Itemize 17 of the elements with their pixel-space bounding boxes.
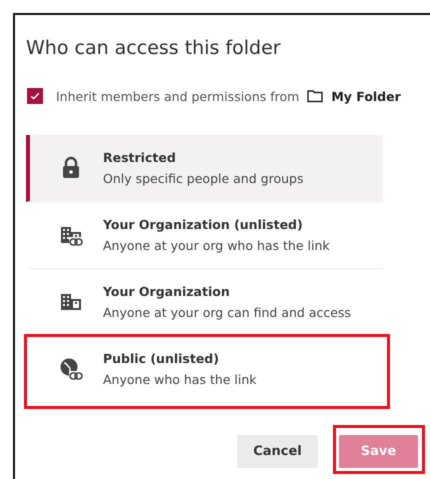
inherit-label: Inherit members and permissions from	[56, 88, 300, 104]
option-description: Anyone at your org who has the link	[103, 238, 330, 253]
cancel-button[interactable]: Cancel	[237, 435, 318, 468]
option-description: Only specific people and groups	[103, 171, 304, 186]
folder-icon	[307, 89, 324, 103]
folder-name: My Folder	[331, 88, 401, 104]
globe-link-icon	[58, 356, 84, 382]
option-description: Anyone at your org can find and access	[103, 305, 351, 320]
inherit-checkbox[interactable]	[27, 88, 43, 104]
option-title: Restricted	[103, 150, 177, 165]
dialog-title: Who can access this folder	[25, 36, 282, 61]
checkmark-icon	[29, 90, 41, 102]
option-description: Anyone who has the link	[103, 372, 257, 387]
option-title: Public (unlisted)	[103, 351, 220, 366]
option-title: Your Organization	[103, 284, 231, 299]
option-title: Your Organization (unlisted)	[103, 217, 304, 232]
access-option[interactable]: Restricted Only specific people and groups	[26, 135, 383, 202]
